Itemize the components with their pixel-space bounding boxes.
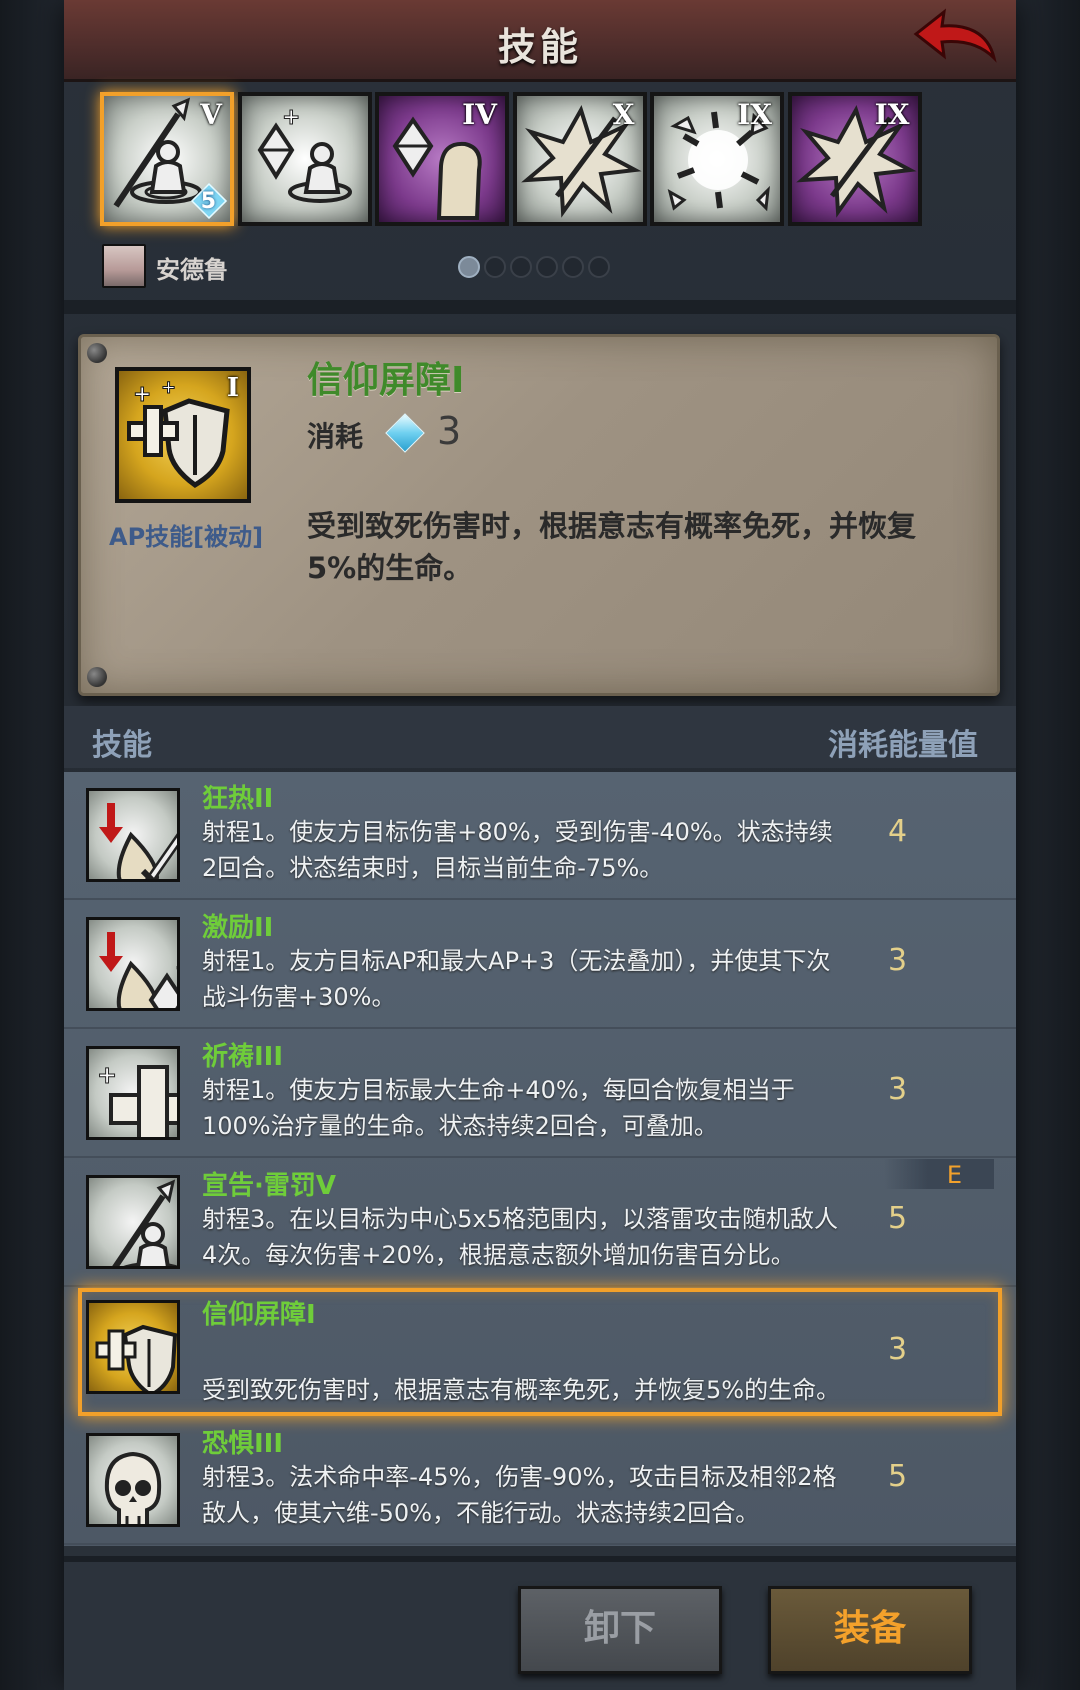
detail-skill-icon: + + I — [115, 367, 251, 503]
column-skill: 技能 — [92, 728, 152, 763]
page-dot[interactable] — [458, 256, 480, 278]
priest-crystal-icon: + — [257, 105, 352, 203]
drop-crystal-icon: + — [99, 932, 177, 1008]
shield-cross-icon — [95, 1324, 177, 1391]
back-button[interactable] — [910, 6, 998, 72]
right-backdrop — [1016, 0, 1080, 1690]
equipped-tag: E — [884, 1159, 994, 1189]
skill-name: 信仰屏障I — [202, 1300, 316, 1330]
skill-icon: + — [86, 917, 180, 1011]
skill-name: 恐惧III — [202, 1429, 284, 1459]
svg-text:+: + — [133, 382, 151, 407]
equip-button[interactable]: 装备 — [768, 1586, 972, 1674]
holy-cross-icon: ++ — [97, 1060, 177, 1137]
skill-row[interactable]: 狂热II 射程1。使友方目标伤害+80%，受到伤害-40%。状态持续2回合。状态结… — [64, 772, 1016, 900]
skill-panel: 技能 V 5 + IV X IX IX 安德鲁 + + I AP技能[被动] 信… — [64, 0, 1016, 1690]
rivet — [87, 667, 107, 687]
skill-slot-2[interactable]: + — [237, 92, 372, 226]
rivet — [87, 343, 107, 363]
page-dot[interactable] — [510, 256, 532, 278]
skill-cost: 5 — [888, 1459, 908, 1494]
skill-slot-1[interactable]: V5 — [100, 92, 234, 226]
skill-description: 受到致死伤害时，根据意志有概率免死，并恢复5%的生命。 — [202, 1376, 841, 1404]
equipped-skill-slots: V 5 + IV X IX IX — [100, 92, 980, 232]
svg-text:+: + — [161, 377, 176, 398]
skill-slot-6[interactable]: IX — [787, 92, 922, 226]
skill-name: 激励II — [202, 913, 274, 943]
skill-cost: 4 — [888, 814, 908, 849]
skill-name: 信仰屏障I — [307, 360, 465, 401]
divider — [64, 300, 1016, 314]
page-dot[interactable] — [562, 256, 584, 278]
skill-description: 射程3。法术命中率-45%，伤害-90%，攻击目标及相邻2格敌人，使其六维-50… — [202, 1463, 837, 1527]
skill-row[interactable]: + 激励II 射程1。友方目标AP和最大AP+3（无法叠加），并使其下次战斗伤害+3… — [64, 901, 1016, 1029]
page-dot[interactable] — [588, 256, 610, 278]
skill-cost: 3 — [888, 1332, 908, 1367]
skill-icon — [86, 788, 180, 882]
page-dot[interactable] — [536, 256, 558, 278]
skill-description: 射程1。使友方目标伤害+80%，受到伤害-40%。状态持续2回合。状态结束时，目… — [202, 818, 833, 882]
cost-label: 消耗 — [307, 420, 364, 453]
gem-count: 5 — [200, 189, 216, 214]
skill-slot-5[interactable]: IX — [650, 92, 784, 226]
skill-name: 狂热II — [202, 784, 274, 814]
slot-rank: IX — [737, 98, 772, 131]
page-indicator — [458, 256, 638, 280]
footer-bar: 卸下 装备 — [64, 1556, 1016, 1690]
skill-icon: ++ — [86, 1046, 180, 1140]
skill-slot-4[interactable]: X — [512, 92, 647, 226]
svg-text:+: + — [175, 955, 177, 979]
skill-name: 宣告·雷罚V — [202, 1171, 336, 1201]
skill-row[interactable]: 宣告·雷罚V 射程3。在以目标为中心5x5格范围内，以落雷攻击随机敌人4次。每次伤… — [64, 1159, 1016, 1287]
priest-spear-icon — [112, 1179, 177, 1266]
skill-slot-3[interactable]: IV — [375, 92, 509, 226]
page-dot[interactable] — [484, 256, 506, 278]
skill-list-header: 技能 消耗能量值 — [64, 706, 1016, 768]
cost-value: 3 — [437, 409, 462, 453]
slot-rank: IX — [874, 98, 910, 131]
skill-description: 射程3。在以目标为中心5x5格范围内，以落雷攻击随机敌人4次。每次伤害+20%，… — [202, 1205, 839, 1269]
back-arrow-icon — [913, 8, 997, 63]
character-name: 安德鲁 — [156, 256, 228, 284]
energy-gem-icon — [385, 413, 425, 453]
skill-icon — [86, 1433, 180, 1527]
skill-list: 狂热II 射程1。使友方目标伤害+80%，受到伤害-40%。状态持续2回合。状态结… — [64, 772, 1016, 1546]
avatar — [102, 244, 146, 288]
equipped-label: E — [946, 1161, 962, 1189]
skill-cost: 3 — [888, 1072, 908, 1107]
header-bar: 技能 — [64, 0, 1016, 82]
skull-icon — [104, 1451, 162, 1524]
character-info: 安德鲁 — [102, 244, 402, 290]
skill-cost: 3 — [888, 943, 908, 978]
unequip-button[interactable]: 卸下 — [518, 1586, 722, 1674]
skill-row[interactable]: 恐惧III 射程3。法术命中率-45%，伤害-90%，攻击目标及相邻2格敌人，使其… — [64, 1417, 1016, 1545]
column-energy-cost: 消耗能量值 — [828, 728, 978, 763]
skill-type: AP技能[被动] — [109, 523, 264, 551]
skill-icon — [86, 1175, 180, 1269]
skill-description: 射程1。友方目标AP和最大AP+3（无法叠加），并使其下次战斗伤害+30%。 — [202, 947, 831, 1011]
skill-description: 受到致死伤害时，根据意志有概率免死，并恢复5%的生命。 — [307, 509, 917, 585]
skill-name: 祈祷III — [202, 1042, 284, 1072]
slot-rank: V — [200, 98, 222, 131]
slot-rank: X — [612, 98, 635, 131]
left-backdrop — [0, 0, 64, 1690]
drop-sword-icon — [99, 803, 177, 879]
skill-row[interactable]: ++ 祈祷III 射程1。使友方目标最大生命+40%，每回合恢复相当于100%治疗量… — [64, 1030, 1016, 1158]
skill-row[interactable]: 信仰屏障I 受到致死伤害时，根据意志有概率免死，并恢复5%的生命。 3 — [78, 1288, 1002, 1416]
slot-rank: IV — [462, 98, 497, 131]
page-title: 技能 — [497, 25, 582, 69]
skill-description: 射程1。使友方目标最大生命+40%，每回合恢复相当于100%治疗量的生命。状态持… — [202, 1076, 795, 1140]
skill-cost: 5 — [888, 1201, 908, 1236]
skill-detail-card: + + I AP技能[被动] 信仰屏障I 消耗 3 受到致死伤害时，根据意志有概… — [78, 334, 1000, 696]
skill-rank: I — [226, 373, 239, 403]
skill-icon — [86, 1300, 180, 1394]
svg-text:+: + — [282, 105, 300, 130]
svg-text:+: + — [97, 1061, 117, 1089]
